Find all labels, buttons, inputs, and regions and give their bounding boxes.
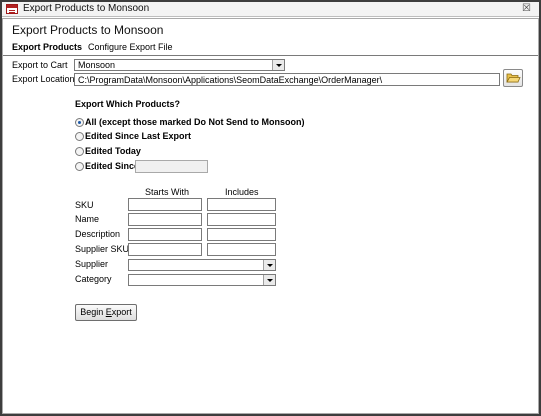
tab-configure-export-file[interactable]: Configure Export File bbox=[88, 42, 173, 52]
supplier-label: Supplier bbox=[75, 259, 109, 269]
export-to-cart-label: Export to Cart bbox=[12, 60, 68, 70]
radio-label: All (except those marked Do Not Send to … bbox=[85, 117, 305, 127]
begin-export-label-suffix: xport bbox=[111, 307, 132, 317]
supplier-sku-includes-input[interactable] bbox=[207, 243, 276, 256]
name-label: Name bbox=[75, 214, 100, 224]
chevron-down-icon[interactable] bbox=[263, 275, 275, 285]
export-to-cart-combo[interactable]: Monsoon bbox=[74, 59, 285, 71]
export-location-label: Export Location bbox=[12, 74, 75, 84]
form-title: Export Products to Monsoon bbox=[12, 23, 164, 37]
includes-header: Includes bbox=[225, 187, 259, 197]
category-label: Category bbox=[75, 274, 112, 284]
description-label: Description bbox=[75, 229, 121, 239]
supplier-sku-label: Supplier SKU bbox=[75, 244, 130, 254]
tab-separator bbox=[3, 55, 538, 56]
radio-button[interactable] bbox=[75, 162, 84, 171]
tab-export-products[interactable]: Export Products bbox=[12, 42, 82, 52]
radio-button[interactable] bbox=[75, 147, 84, 156]
radio-label: Edited Today bbox=[85, 146, 141, 156]
radio-button[interactable] bbox=[75, 132, 84, 141]
radio-label: Edited Since Last Export bbox=[85, 131, 192, 141]
close-icon[interactable]: ☒ bbox=[522, 3, 531, 14]
radio-button[interactable] bbox=[75, 118, 84, 127]
chevron-down-icon[interactable] bbox=[272, 60, 284, 70]
access-form-icon bbox=[6, 4, 18, 14]
title-bar[interactable]: Export Products to Monsoon ☒ bbox=[2, 2, 539, 17]
category-combo[interactable] bbox=[128, 274, 276, 286]
supplier-combo[interactable] bbox=[128, 259, 276, 271]
sku-label: SKU bbox=[75, 200, 94, 210]
name-starts-with-input[interactable] bbox=[128, 213, 202, 226]
sku-starts-with-input[interactable] bbox=[128, 198, 202, 211]
export-which-products-heading: Export Which Products? bbox=[75, 99, 181, 109]
begin-export-button[interactable]: Begin Export bbox=[75, 304, 137, 321]
folder-open-icon bbox=[506, 73, 521, 83]
radio-label: Edited Since: bbox=[85, 161, 143, 171]
form-body: Export Products to Monsoon Export Produc… bbox=[2, 18, 539, 414]
edited-since-date-field[interactable] bbox=[135, 160, 208, 173]
begin-export-label-prefix: Begin bbox=[80, 307, 106, 317]
name-includes-input[interactable] bbox=[207, 213, 276, 226]
export-location-field[interactable]: C:\ProgramData\Monsoon\Applications\Seom… bbox=[74, 73, 500, 86]
export-window: Export Products to Monsoon ☒ Export Prod… bbox=[0, 0, 541, 416]
starts-with-header: Starts With bbox=[145, 187, 190, 197]
export-location-value: C:\ProgramData\Monsoon\Applications\Seom… bbox=[78, 75, 383, 85]
chevron-down-icon[interactable] bbox=[263, 260, 275, 270]
description-includes-input[interactable] bbox=[207, 228, 276, 241]
window-title: Export Products to Monsoon bbox=[23, 3, 150, 14]
browse-folder-button[interactable] bbox=[503, 69, 523, 87]
description-starts-with-input[interactable] bbox=[128, 228, 202, 241]
supplier-sku-starts-with-input[interactable] bbox=[128, 243, 202, 256]
sku-includes-input[interactable] bbox=[207, 198, 276, 211]
export-to-cart-value: Monsoon bbox=[78, 60, 116, 70]
